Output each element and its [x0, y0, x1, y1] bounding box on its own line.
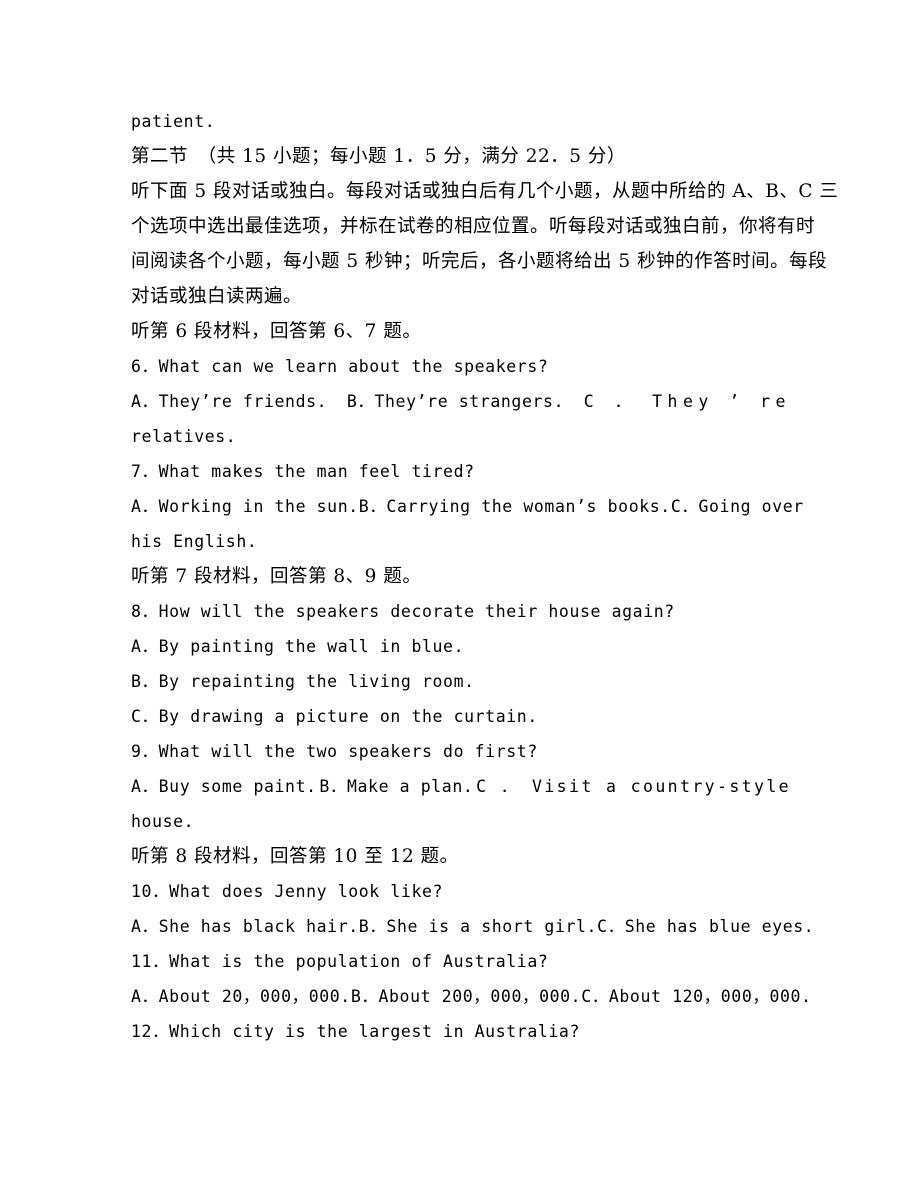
question-7-option-b[interactable]: B．Carrying the woman’s books.	[359, 489, 671, 524]
page-text-body: patient. 第二节 （共 15 小题；每小题 1．5 分，满分 22．5 …	[131, 104, 839, 1049]
question-9-option-b[interactable]: B．Make a plan.	[319, 769, 473, 804]
question-10-options-row: A．She has black hair. B．She is a short g…	[131, 909, 814, 944]
question-7-options-row: A．Working in the sun. B．Carrying the wom…	[131, 489, 803, 524]
question-9-option-c-wrap: house.	[131, 812, 195, 831]
question-6-options-row: A．They’re friends. B．They’re strangers. …	[131, 384, 791, 419]
question-7-option-c-wrap: his English.	[131, 532, 258, 551]
listening-cue-10-12: 听第 8 段材料，回答第 10 至 12 题。	[131, 846, 459, 867]
question-7-option-c[interactable]: C．Going over	[671, 489, 804, 524]
question-8-option-a[interactable]: A．By painting the wall in blue.	[131, 629, 791, 664]
question-11-options-row: A．About 20，000，000. B．About 200，000，000.…	[131, 979, 811, 1014]
question-8-option-b[interactable]: B．By repainting the living room.	[131, 664, 791, 699]
section-heading-part-two: 第二节 （共 15 小题；每小题 1．5 分，满分 22．5 分）	[131, 146, 626, 167]
text-line-continuation: patient.	[131, 112, 216, 131]
question-6-option-b[interactable]: B．They’re strangers.	[347, 384, 564, 419]
question-6-option-c-wrap: relatives.	[131, 427, 237, 446]
question-11-stem: 11．What is the population of Australia?	[131, 952, 549, 971]
question-7-option-a[interactable]: A．Working in the sun.	[131, 489, 359, 524]
question-8-option-c[interactable]: C．By drawing a picture on the curtain.	[131, 699, 791, 734]
question-6-option-c[interactable]: C ． They ’ re	[584, 384, 791, 419]
question-6-stem: 6．What can we learn about the speakers?	[131, 357, 549, 376]
question-9-option-c[interactable]: C ． Visit a country-style	[476, 769, 791, 804]
question-9-options-row: A．Buy some paint. B．Make a plan. C ． Vis…	[131, 769, 791, 804]
question-10-stem: 10．What does Jenny look like?	[131, 882, 444, 901]
question-7-stem: 7．What makes the man feel tired?	[131, 462, 475, 481]
listening-cue-6-7: 听第 6 段材料，回答第 6、7 题。	[131, 321, 422, 342]
question-12-stem: 12．Which city is the largest in Australi…	[131, 1022, 580, 1041]
question-11-option-c[interactable]: C．About 120，000，000.	[581, 979, 811, 1014]
question-10-option-c[interactable]: C．She has blue eyes.	[597, 909, 814, 944]
question-10-option-b[interactable]: B．She is a short girl.	[359, 909, 597, 944]
question-9-option-a[interactable]: A．Buy some paint.	[131, 769, 317, 804]
question-11-option-a[interactable]: A．About 20，000，000.	[131, 979, 351, 1014]
instruction-line-1: 听下面 5 段对话或独白。每段对话或独白后有几个小题，从题中所给的 A、B、C …	[131, 181, 839, 202]
instruction-line-2: 个选项中选出最佳选项，并标在试卷的相应位置。听每段对话或独白前，你将有时	[131, 216, 816, 237]
question-9-stem: 9．What will the two speakers do first?	[131, 742, 538, 761]
document-page: patient. 第二节 （共 15 小题；每小题 1．5 分，满分 22．5 …	[0, 0, 920, 1192]
instruction-line-4: 对话或独白读两遍。	[131, 286, 303, 307]
listening-cue-8-9: 听第 7 段材料，回答第 8、9 题。	[131, 566, 422, 587]
question-8-stem: 8．How will the speakers decorate their h…	[131, 602, 675, 621]
instruction-line-3: 间阅读各个小题，每小题 5 秒钟；听完后，各小题将给出 5 秒钟的作答时间。每段	[131, 251, 828, 272]
question-6-option-a[interactable]: A．They’re friends.	[131, 384, 327, 419]
question-11-option-b[interactable]: B．About 200，000，000.	[351, 979, 581, 1014]
question-10-option-a[interactable]: A．She has black hair.	[131, 909, 359, 944]
